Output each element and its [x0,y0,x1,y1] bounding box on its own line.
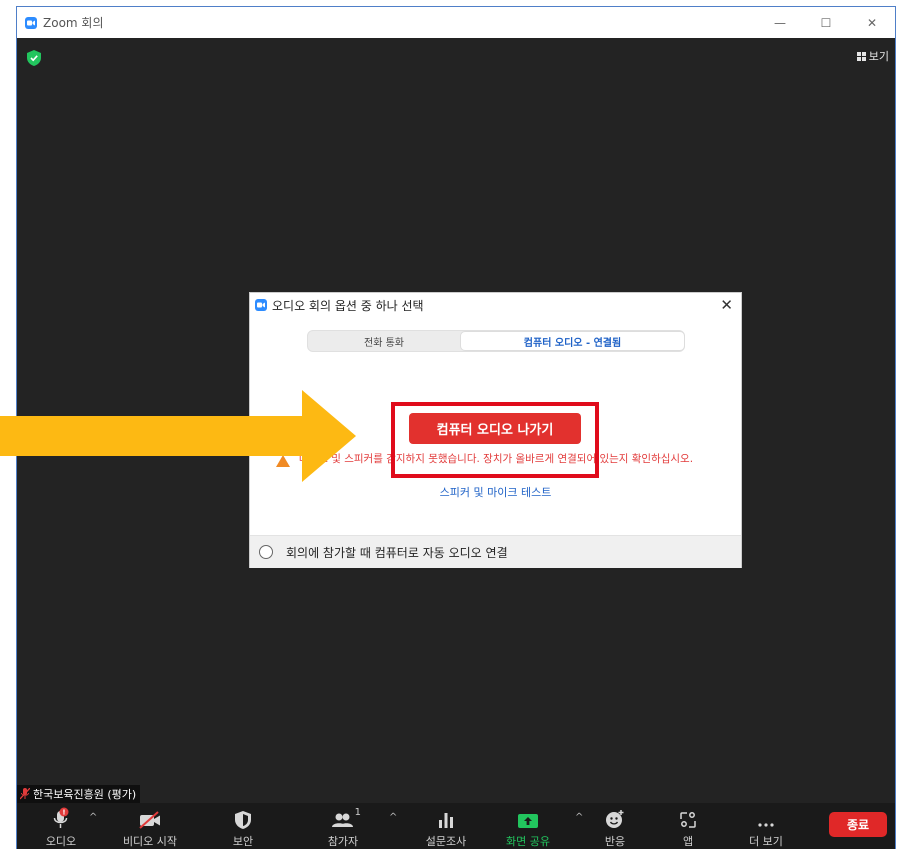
dialog-title-bar: 오디오 회의 옵션 중 하나 선택 ✕ [250,293,741,317]
start-video-label: 비디오 시작 [122,835,178,848]
more-button[interactable]: 더 보기 [741,803,791,849]
auto-connect-checkbox[interactable] [259,545,273,559]
close-button[interactable]: ✕ [849,7,895,38]
test-speaker-mic-link[interactable]: 스피커 및 마이크 테스트 [250,484,741,500]
shield-check-icon[interactable] [27,50,41,66]
maximize-button[interactable]: ☐ [803,7,849,38]
security-label: 보안 [232,835,254,848]
audio-button[interactable]: ! 오디오 [43,803,79,849]
start-video-button[interactable]: 비디오 시작 [117,803,183,849]
participants-options-caret[interactable]: ^ [389,812,397,823]
more-label: 더 보기 [749,835,783,848]
reactions-label: 반응 [604,835,626,848]
meeting-toolbar: ! 오디오 ^ 비디오 시작 보안 1 참가자 ^ 설문조사 화면 공유 ^ 반… [17,803,895,849]
shield-icon [235,811,251,829]
reactions-button[interactable]: 반응 [595,803,635,849]
pointer-arrow-icon [0,390,356,482]
polls-label: 설문조사 [425,835,467,848]
dialog-title: 오디오 회의 옵션 중 하나 선택 [272,298,424,313]
window-controls: — ☐ ✕ [757,7,895,38]
dialog-close-button[interactable]: ✕ [720,296,733,314]
participants-icon [332,813,353,827]
video-off-icon [139,811,160,829]
participants-button[interactable]: 1 참가자 [317,803,369,849]
share-screen-button[interactable]: 화면 공유 [500,803,556,849]
minimize-button[interactable]: — [757,7,803,38]
audio-label: 오디오 [45,835,77,848]
window-title: Zoom 회의 [43,16,104,30]
highlight-box [391,402,599,478]
share-screen-icon [518,814,538,828]
end-meeting-button[interactable]: 종료 [829,812,887,837]
audio-options-caret[interactable]: ^ [89,812,97,823]
bar-chart-icon [439,813,453,828]
apps-label: 앱 [682,835,694,848]
auto-connect-row: 회의에 참가할 때 컴퓨터로 자동 오디오 연결 [250,535,741,568]
polls-button[interactable]: 설문조사 [420,803,472,849]
audio-mode-tabs: 전화 통화 컴퓨터 오디오 - 연결됨 [307,330,685,352]
share-screen-label: 화면 공유 [506,835,550,848]
title-bar: Zoom 회의 — ☐ ✕ [17,7,895,38]
view-label: 보기 [868,50,889,63]
security-button[interactable]: 보안 [225,803,261,849]
participants-label: 참가자 [327,835,359,848]
participant-name-tag: 한국보육진흥원 (평가) [17,785,141,803]
apps-button[interactable]: 앱 [673,803,703,849]
svg-text:!: ! [62,809,65,817]
tab-phone-call[interactable]: 전화 통화 [308,331,460,351]
participant-name: 한국보육진흥원 (평가) [33,788,137,801]
more-dots-icon [758,823,774,827]
participants-count: 1 [354,807,361,818]
muted-mic-icon [20,788,30,800]
emoji-icon [606,810,624,828]
tab-computer-audio[interactable]: 컴퓨터 오디오 - 연결됨 [460,331,685,351]
grid-view-icon [856,51,866,61]
share-options-caret[interactable]: ^ [575,812,583,823]
apps-icon [680,812,696,828]
zoom-app-icon [25,16,37,29]
view-button[interactable]: 보기 [856,48,889,64]
zoom-app-icon [255,299,267,311]
mic-alert-icon: ! [53,807,69,828]
auto-connect-label: 회의에 참가할 때 컴퓨터로 자동 오디오 연결 [286,545,508,560]
